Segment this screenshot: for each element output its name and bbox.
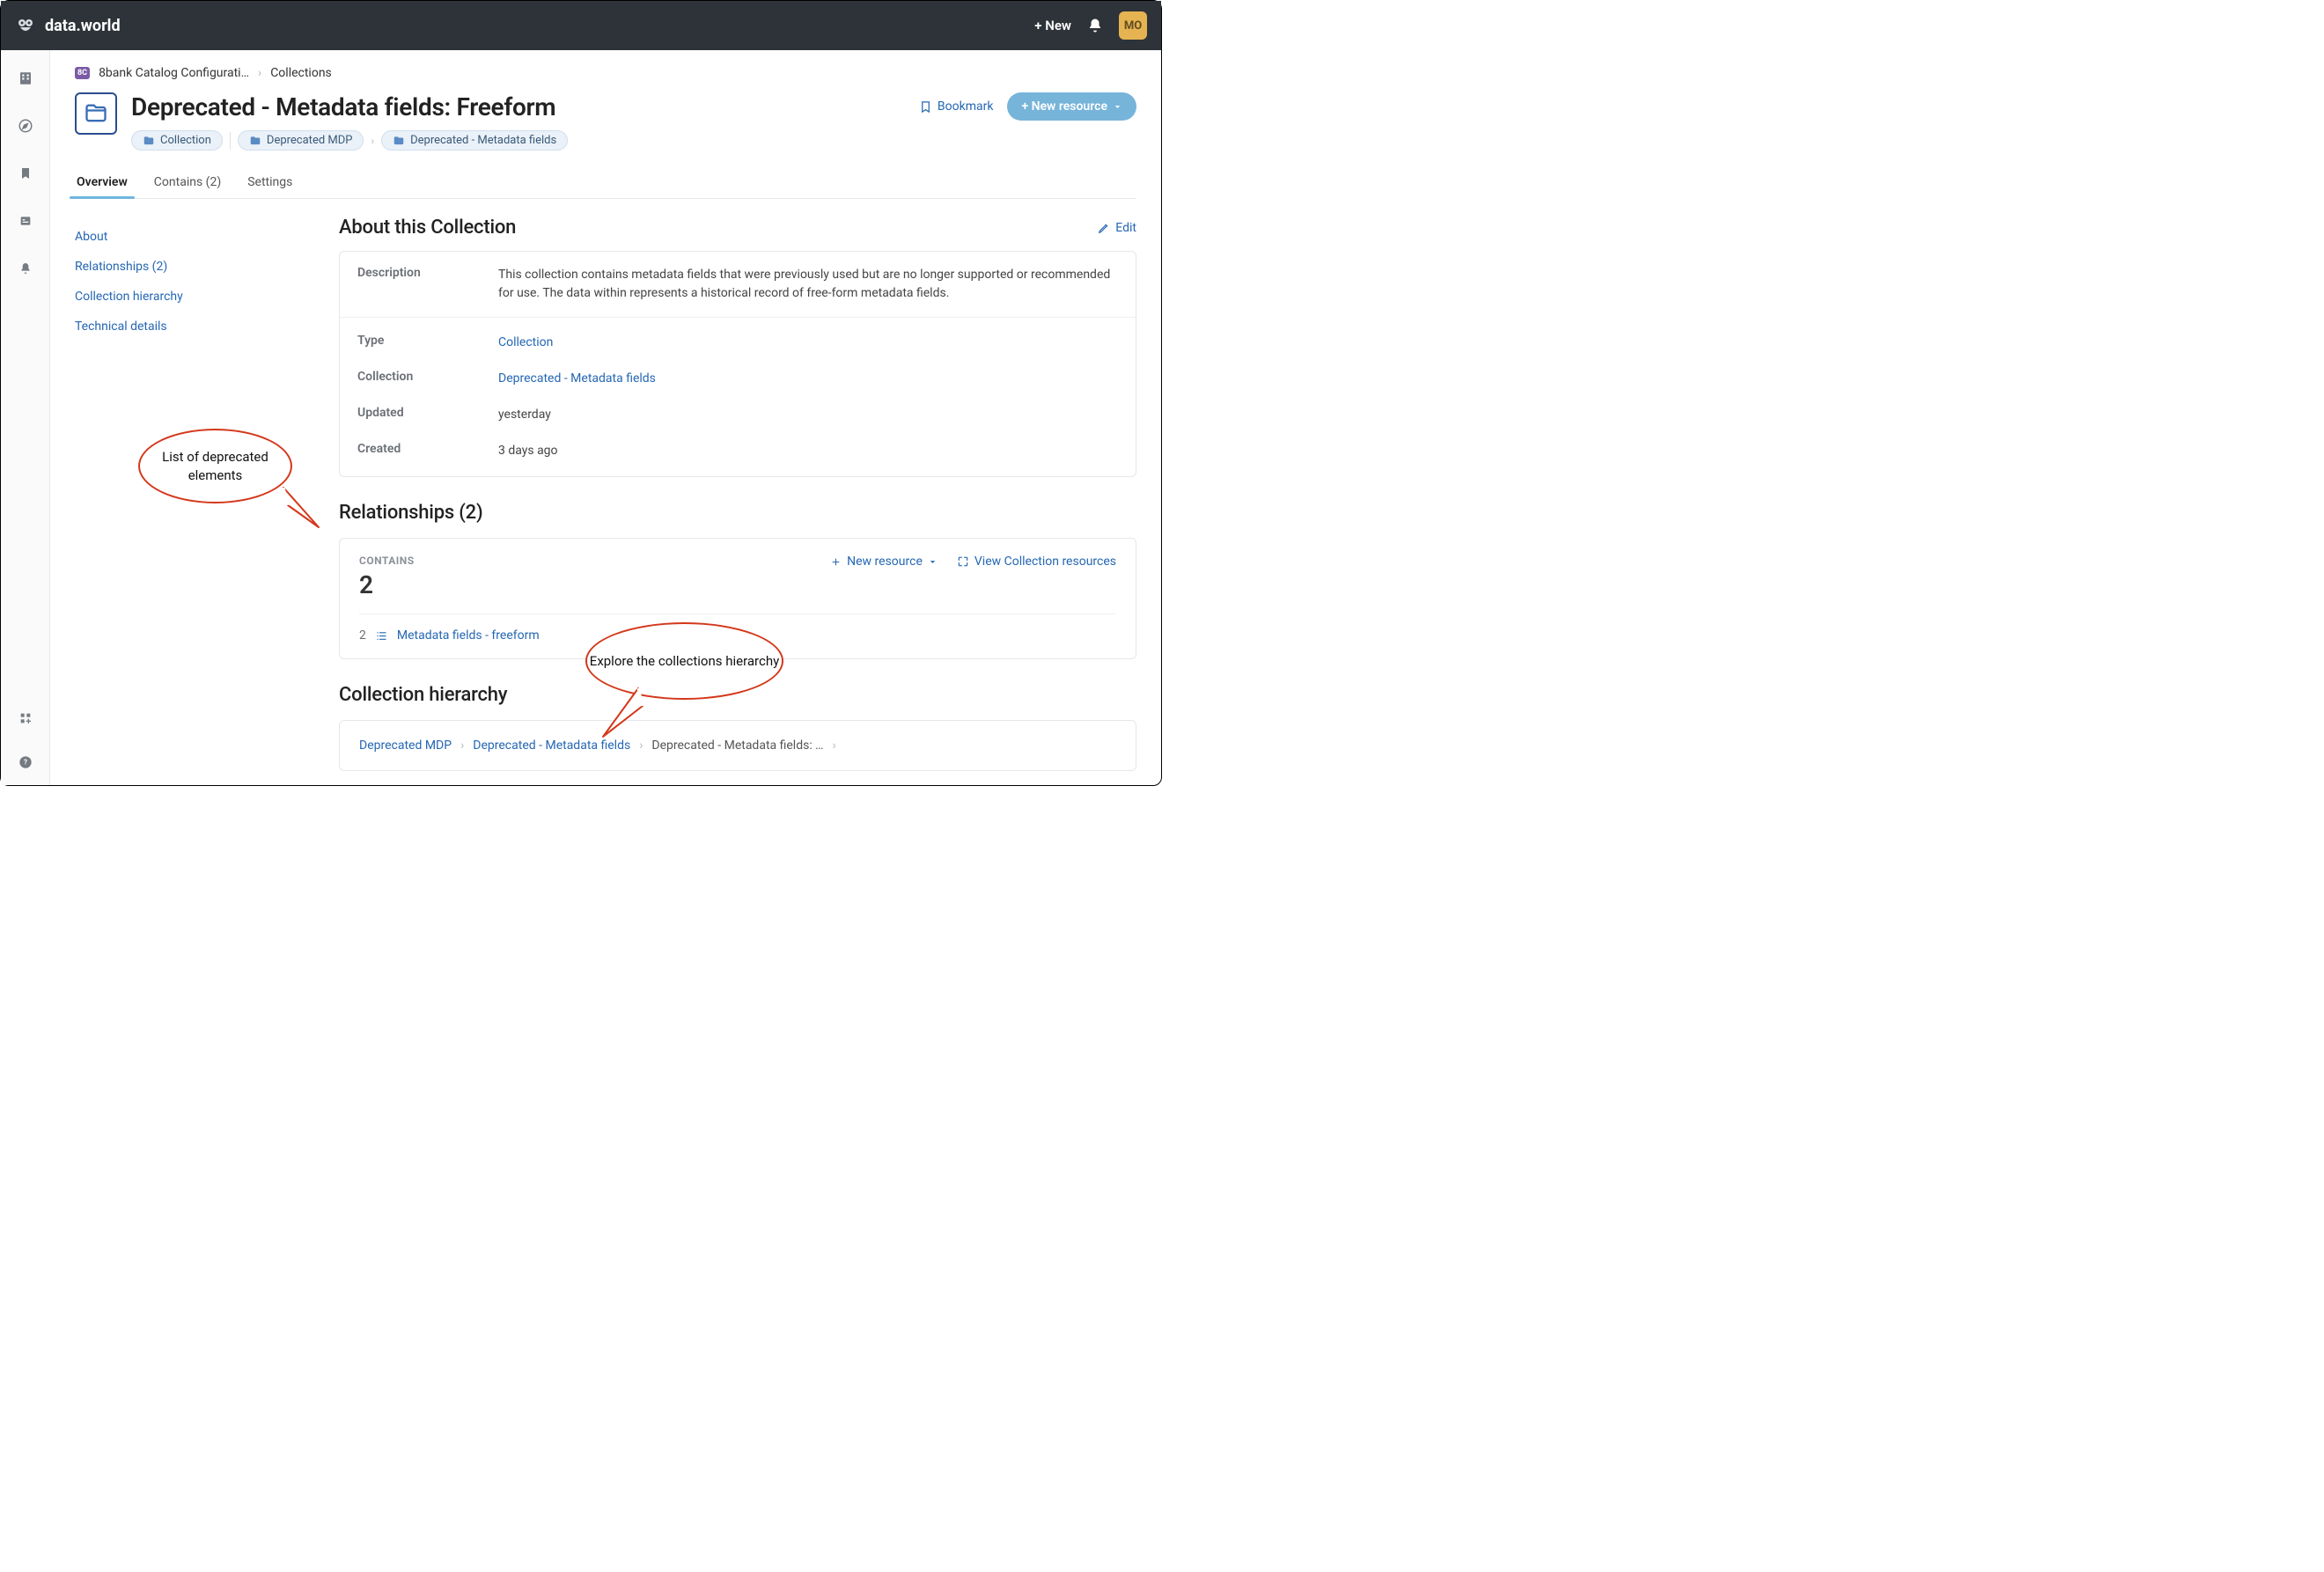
page-header: Deprecated - Metadata fields: Freeform C… <box>75 92 1136 151</box>
edit-label: Edit <box>1115 221 1136 235</box>
left-rail: ? <box>1 50 50 785</box>
new-resource-link[interactable]: New resource <box>830 555 938 569</box>
annotation-1: List of deprecated elements <box>138 429 292 503</box>
hierarchy-path: Deprecated MDP › Deprecated - Metadata f… <box>359 738 1116 753</box>
type-value[interactable]: Collection <box>498 335 553 349</box>
created-label: Created <box>357 442 498 460</box>
sidenav-technical[interactable]: Technical details <box>75 312 304 342</box>
relationships-title: Relationships (2) <box>339 502 1136 524</box>
desc-label: Description <box>357 266 498 303</box>
owl-logo-icon <box>15 15 36 36</box>
new-resource-label: + New resource <box>1021 99 1107 114</box>
annotation-tail-icon <box>279 483 323 536</box>
hierarchy-card: Deprecated MDP › Deprecated - Metadata f… <box>339 720 1136 771</box>
form-icon[interactable] <box>17 212 34 230</box>
relationship-item-count: 2 <box>359 628 366 643</box>
chevron-right-icon: › <box>833 738 836 753</box>
main-column: About this Collection Edit Description T… <box>339 217 1136 785</box>
pill-label: Collection <box>160 134 211 147</box>
user-avatar[interactable]: MO <box>1119 11 1147 40</box>
relationship-item-label: Metadata fields - freeform <box>397 628 540 643</box>
bell-rail-icon[interactable] <box>17 260 34 277</box>
annotation-2: Explore the collections hierarchy <box>585 622 783 700</box>
view-all-label: View Collection resources <box>974 555 1116 569</box>
sidenav-about[interactable]: About <box>75 222 304 252</box>
pill-deprecated-mdp[interactable]: Deprecated MDP <box>238 130 364 151</box>
bookmark-rail-icon[interactable] <box>17 165 34 182</box>
topbar-right: + New MO <box>1034 11 1147 40</box>
breadcrumb-item-1[interactable]: 8bank Catalog Configurati… <box>99 66 249 80</box>
bookmark-button[interactable]: Bookmark <box>919 99 994 114</box>
help-icon[interactable]: ? <box>17 753 34 771</box>
annotation-1-text: List of deprecated elements <box>138 429 292 503</box>
new-button[interactable]: + New <box>1034 18 1071 33</box>
chevron-right-icon: › <box>371 135 374 147</box>
chevron-right-icon: › <box>460 738 464 753</box>
collection-value[interactable]: Deprecated - Metadata fields <box>498 371 656 386</box>
tab-settings[interactable]: Settings <box>246 166 294 198</box>
updated-value: yesterday <box>498 406 1118 424</box>
main-layout: ? 8C 8bank Catalog Configurati… › Collec… <box>1 50 1161 785</box>
org-icon[interactable] <box>17 70 34 87</box>
breadcrumb: 8C 8bank Catalog Configurati… › Collecti… <box>75 66 1136 80</box>
logo-text[interactable]: data.world <box>45 17 121 35</box>
pill-divider <box>230 132 231 150</box>
folder-icon <box>75 92 117 135</box>
about-card: Description This collection contains met… <box>339 251 1136 477</box>
about-title: About this Collection <box>339 217 516 239</box>
apps-icon[interactable] <box>17 709 34 727</box>
hierarchy-link-1[interactable]: Deprecated MDP <box>359 738 452 753</box>
content-area: 8C 8bank Catalog Configurati… › Collecti… <box>50 50 1161 785</box>
collection-label: Collection <box>357 370 498 388</box>
type-label: Type <box>357 334 498 352</box>
annotation-tail-icon <box>599 684 651 746</box>
sidenav-hierarchy[interactable]: Collection hierarchy <box>75 282 304 312</box>
pill-label: Deprecated - Metadata fields <box>410 134 556 147</box>
pill-deprecated-metadata[interactable]: Deprecated - Metadata fields <box>381 130 568 151</box>
contains-count: 2 <box>359 570 415 599</box>
tab-overview[interactable]: Overview <box>75 166 129 198</box>
chevron-right-icon: › <box>258 66 261 80</box>
hierarchy-current: Deprecated - Metadata fields: … <box>651 738 823 753</box>
breadcrumb-badge: 8C <box>75 67 90 79</box>
pill-label: Deprecated MDP <box>267 134 353 147</box>
about-section: About this Collection Edit Description T… <box>339 217 1136 477</box>
bookmark-label: Bookmark <box>938 99 994 114</box>
new-resource-button[interactable]: + New resource <box>1007 92 1136 121</box>
tab-contains[interactable]: Contains (2) <box>152 166 223 198</box>
breadcrumb-item-2[interactable]: Collections <box>270 66 332 80</box>
top-bar: data.world + New MO <box>1 1 1161 50</box>
pill-collection[interactable]: Collection <box>131 130 223 151</box>
edit-button[interactable]: Edit <box>1098 221 1136 235</box>
created-value: 3 days ago <box>498 442 1118 460</box>
bell-icon[interactable] <box>1087 18 1103 33</box>
page-title: Deprecated - Metadata fields: Freeform <box>131 92 568 121</box>
compass-icon[interactable] <box>17 117 34 135</box>
list-icon <box>375 629 388 643</box>
updated-label: Updated <box>357 406 498 424</box>
view-collection-resources[interactable]: View Collection resources <box>957 555 1116 569</box>
svg-text:?: ? <box>24 759 27 767</box>
desc-value: This collection contains metadata fields… <box>498 266 1118 303</box>
sidenav-relationships[interactable]: Relationships (2) <box>75 252 304 282</box>
contains-label: CONTAINS <box>359 555 415 567</box>
topbar-left: data.world <box>15 15 121 36</box>
tabs: Overview Contains (2) Settings <box>75 166 1136 199</box>
pill-row: Collection Deprecated MDP › Deprecated -… <box>131 130 568 151</box>
new-resource-link-label: New resource <box>847 555 923 569</box>
